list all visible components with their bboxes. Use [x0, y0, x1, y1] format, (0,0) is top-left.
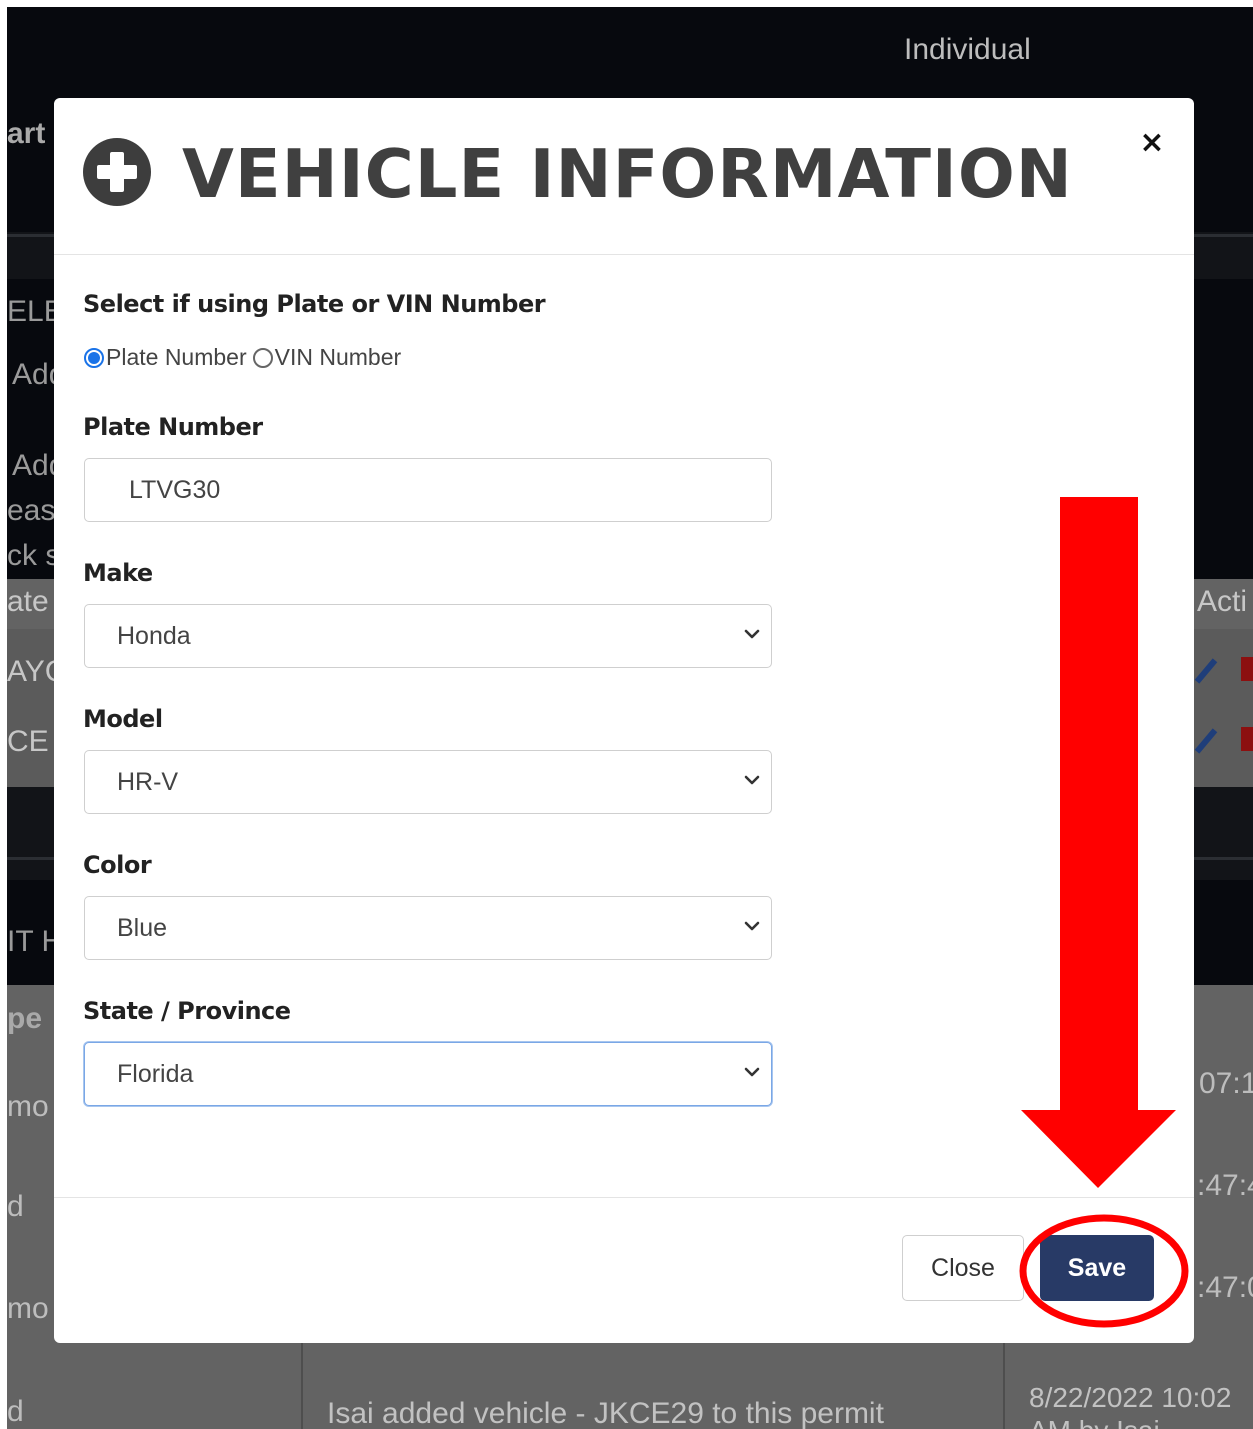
- red-circle-annotation: [1019, 1214, 1189, 1328]
- red-arrow-annotation: [1021, 497, 1176, 1188]
- annotation-overlay: [1019, 497, 1189, 1328]
